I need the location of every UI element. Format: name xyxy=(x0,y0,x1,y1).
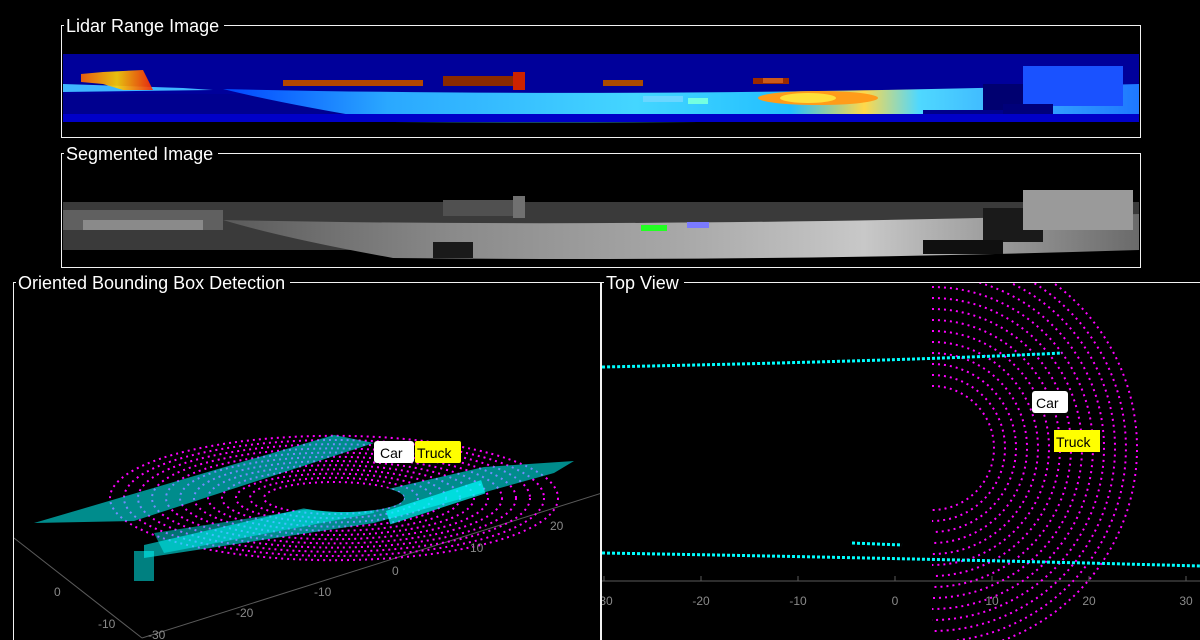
top-x-tick-label: -30 xyxy=(602,594,613,608)
obb-tick-z--10: -10 xyxy=(98,617,116,631)
top-car-detection-label[interactable]: Car xyxy=(1032,391,1068,413)
segmented-image-title: Segmented Image xyxy=(64,144,219,164)
obb-tick-y-10: 10 xyxy=(470,541,484,555)
top-x-tick-label: 20 xyxy=(1082,594,1096,608)
truck-label-text: Truck xyxy=(417,445,452,461)
top-x-tick-label: -20 xyxy=(692,594,710,608)
top-x-tick-label: 10 xyxy=(985,594,999,608)
obb-tick-y-0: 0 xyxy=(392,564,399,578)
obb-tick-y-20: 20 xyxy=(550,519,564,533)
range-image-title: Lidar Range Image xyxy=(64,16,225,36)
obb-point-cloud-view: Car Truck 20 10 0 -10 -20 -30 0 -10 xyxy=(14,434,600,640)
top-view-point-cloud: Car Truck -30 -20 -10 0 10 20 30 xyxy=(602,283,1200,640)
obb-tick-x--30: -30 xyxy=(148,628,166,640)
top-view-panel: Car Truck -30 -20 -10 0 10 20 30 xyxy=(601,282,1200,640)
top-truck-detection-label[interactable]: Truck xyxy=(1054,430,1100,452)
segmented-image-panel xyxy=(61,153,1141,268)
top-x-tick-label: 0 xyxy=(892,594,899,608)
obb-vehicle-shadow xyxy=(284,484,404,512)
obb-tick-z-0: 0 xyxy=(54,585,61,599)
obb-tick-x--20: -20 xyxy=(236,606,254,620)
obb-tick-x--10: -10 xyxy=(314,585,332,599)
obb-axis-left xyxy=(14,537,143,639)
top-view-title: Top View xyxy=(604,273,684,293)
car-label-text: Car xyxy=(380,445,403,461)
top-car-label-text: Car xyxy=(1036,395,1059,411)
truck-detection-label[interactable]: Truck xyxy=(415,441,461,463)
top-x-tick-label: -10 xyxy=(789,594,807,608)
obb-detection-panel: Car Truck 20 10 0 -10 -20 -30 0 -10 xyxy=(13,282,601,640)
top-x-tick-label: 30 xyxy=(1179,594,1193,608)
lidar-range-image-panel xyxy=(61,25,1141,138)
car-detection-label[interactable]: Car xyxy=(374,441,414,463)
lidar-range-image xyxy=(63,54,1139,137)
top-truck-label-text: Truck xyxy=(1056,434,1091,450)
obb-detection-title: Oriented Bounding Box Detection xyxy=(16,273,291,293)
segmented-image xyxy=(63,180,1139,266)
top-vehicle-shadow xyxy=(872,396,992,500)
